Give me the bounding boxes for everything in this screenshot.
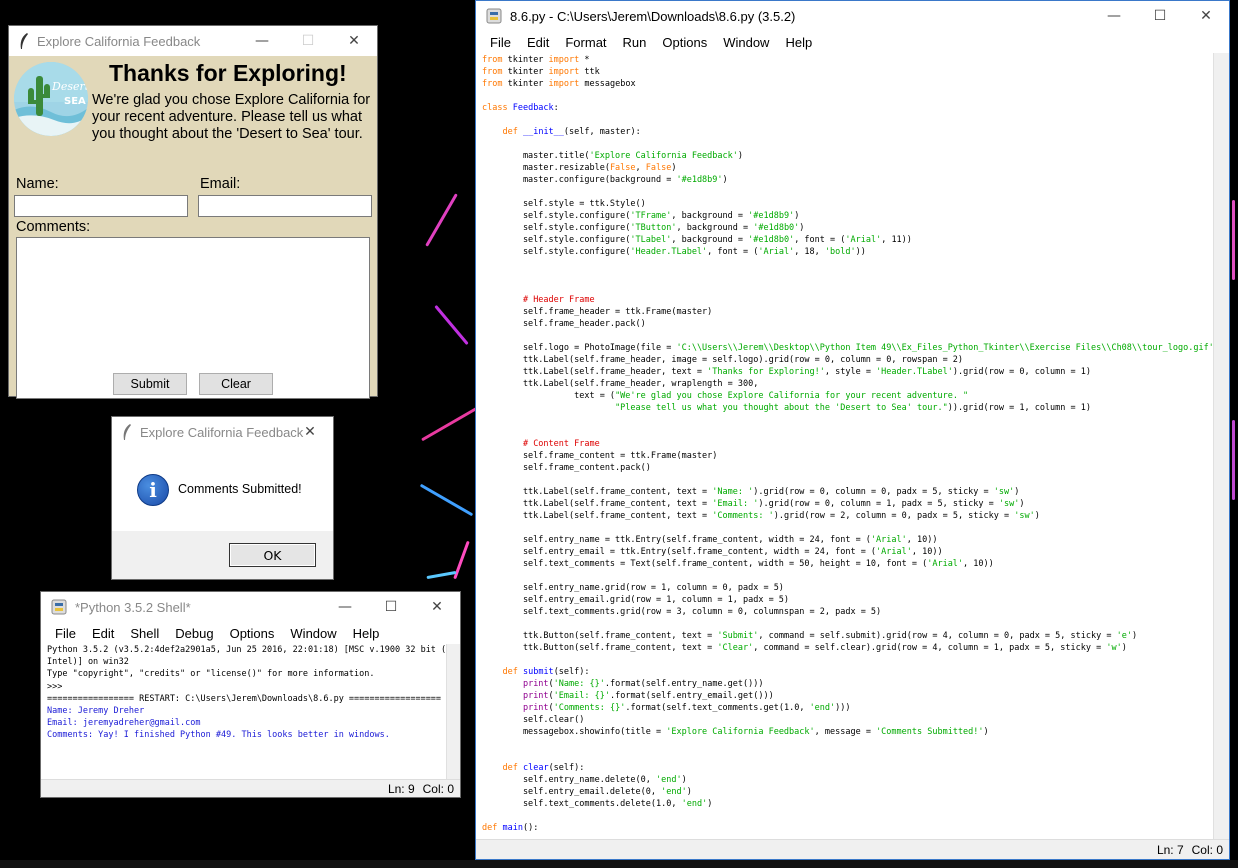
status-col: Col: 0 [422,781,454,796]
feather-icon [123,424,131,440]
shell-output-line: Comments: Yay! I finished Python #49. Th… [47,730,390,741]
maximize-button[interactable]: ☐ [285,26,331,56]
feedback-window: Explore California Feedback — ☐ ✕ Desert… [8,25,378,399]
shell-output[interactable]: Python 3.5.2 (v3.5.2:4def2a2901a5, Jun 2… [47,644,447,742]
minimize-button[interactable]: — [322,592,368,622]
menu-shell[interactable]: Shell [122,626,167,641]
dialog-titlebar[interactable]: Explore California Feedback ✕ [112,417,333,447]
dialog-message: Comments Submitted! [178,482,302,496]
menu-help[interactable]: Help [777,35,820,50]
editor-window: 8.6.py - C:\Users\Jerem\Downloads\8.6.py… [475,0,1230,860]
email-field[interactable] [198,195,372,217]
close-button[interactable]: ✕ [287,417,333,447]
dialog-message-area: i Comments Submitted! [112,447,333,531]
header-title: Thanks for Exploring! [109,60,347,86]
shell-titlebar[interactable]: *Python 3.5.2 Shell* — ☐ ✕ [41,592,460,622]
email-label: Email: [200,176,241,192]
feedback-body: Desert SEA Thanks for Exploring! We're g… [9,56,377,399]
shell-statusbar: Ln: 9 Col: 0 [41,779,460,797]
shell-output-line: Name: Jeremy Dreher [47,706,145,717]
editor-scrollbar[interactable] [1213,53,1229,839]
shell-output-line: Email: jeremyadreher@gmail.com [47,718,201,729]
editor-titlebar[interactable]: 8.6.py - C:\Users\Jerem\Downloads\8.6.py… [476,1,1229,31]
menu-window[interactable]: Window [715,35,777,50]
menu-file[interactable]: File [47,626,84,641]
close-button[interactable]: ✕ [1183,1,1229,31]
menu-edit[interactable]: Edit [519,35,557,50]
python-icon [51,599,67,615]
minimize-button[interactable]: — [239,26,285,56]
close-button[interactable]: ✕ [331,26,377,56]
menu-help[interactable]: Help [345,626,388,641]
shell-line: Python 3.5.2 (v3.5.2:4def2a2901a5, Jun 2… [47,645,447,655]
tour-logo-image: Desert SEA [14,62,88,136]
feedback-title: Explore California Feedback [37,33,201,49]
menu-options[interactable]: Options [654,35,715,50]
shell-menubar: File Edit Shell Debug Options Window Hel… [41,622,460,644]
feather-icon [20,33,28,49]
submit-button[interactable]: Submit [113,373,187,395]
shell-line: ================= RESTART: C:\Users\Jere… [47,693,442,704]
ok-button[interactable]: OK [229,543,316,567]
menu-edit[interactable]: Edit [84,626,122,641]
info-dialog: Explore California Feedback ✕ i Comments… [111,416,334,580]
python-icon [486,8,502,24]
comments-field[interactable] [16,237,370,399]
dialog-title: Explore California Feedback [140,424,304,440]
menu-debug[interactable]: Debug [167,626,221,641]
clear-button[interactable]: Clear [199,373,273,395]
menu-format[interactable]: Format [557,35,614,50]
logo-desert-text: Desert [51,80,88,93]
status-line: Ln: 9 [387,781,415,796]
status-col: Col: 0 [1191,842,1223,857]
name-label: Name: [16,176,59,192]
minimize-button[interactable]: — [1091,1,1137,31]
header-text: We're glad you chose Explore California … [92,92,371,142]
code-editor[interactable]: from tkinter import * from tkinter impor… [482,54,1219,834]
shell-line: Type "copyright", "credits" or "license(… [47,669,375,680]
editor-statusbar: Ln: 7 Col: 0 [476,839,1229,859]
menu-file[interactable]: File [482,35,519,50]
shell-line: Intel)] on win32 [47,657,129,668]
menu-run[interactable]: Run [615,35,655,50]
info-icon: i [137,474,169,506]
menu-window[interactable]: Window [282,626,344,641]
status-line: Ln: 7 [1156,842,1184,857]
editor-title: 8.6.py - C:\Users\Jerem\Downloads\8.6.py… [510,8,796,24]
close-button[interactable]: ✕ [414,592,460,622]
shell-title: *Python 3.5.2 Shell* [75,599,191,615]
menu-options[interactable]: Options [222,626,283,641]
maximize-button[interactable]: ☐ [1137,1,1183,31]
maximize-button[interactable]: ☐ [368,592,414,622]
shell-scrollbar[interactable] [446,644,460,780]
shell-line: >>> [47,681,68,692]
python-shell-window: *Python 3.5.2 Shell* — ☐ ✕ File Edit She… [40,591,461,798]
name-field[interactable] [14,195,188,217]
editor-menubar: File Edit Format Run Options Window Help [476,31,1229,53]
logo-sea-text: SEA [64,96,86,107]
feedback-titlebar[interactable]: Explore California Feedback — ☐ ✕ [9,26,377,56]
taskbar [0,860,1238,868]
comments-label: Comments: [16,219,91,235]
